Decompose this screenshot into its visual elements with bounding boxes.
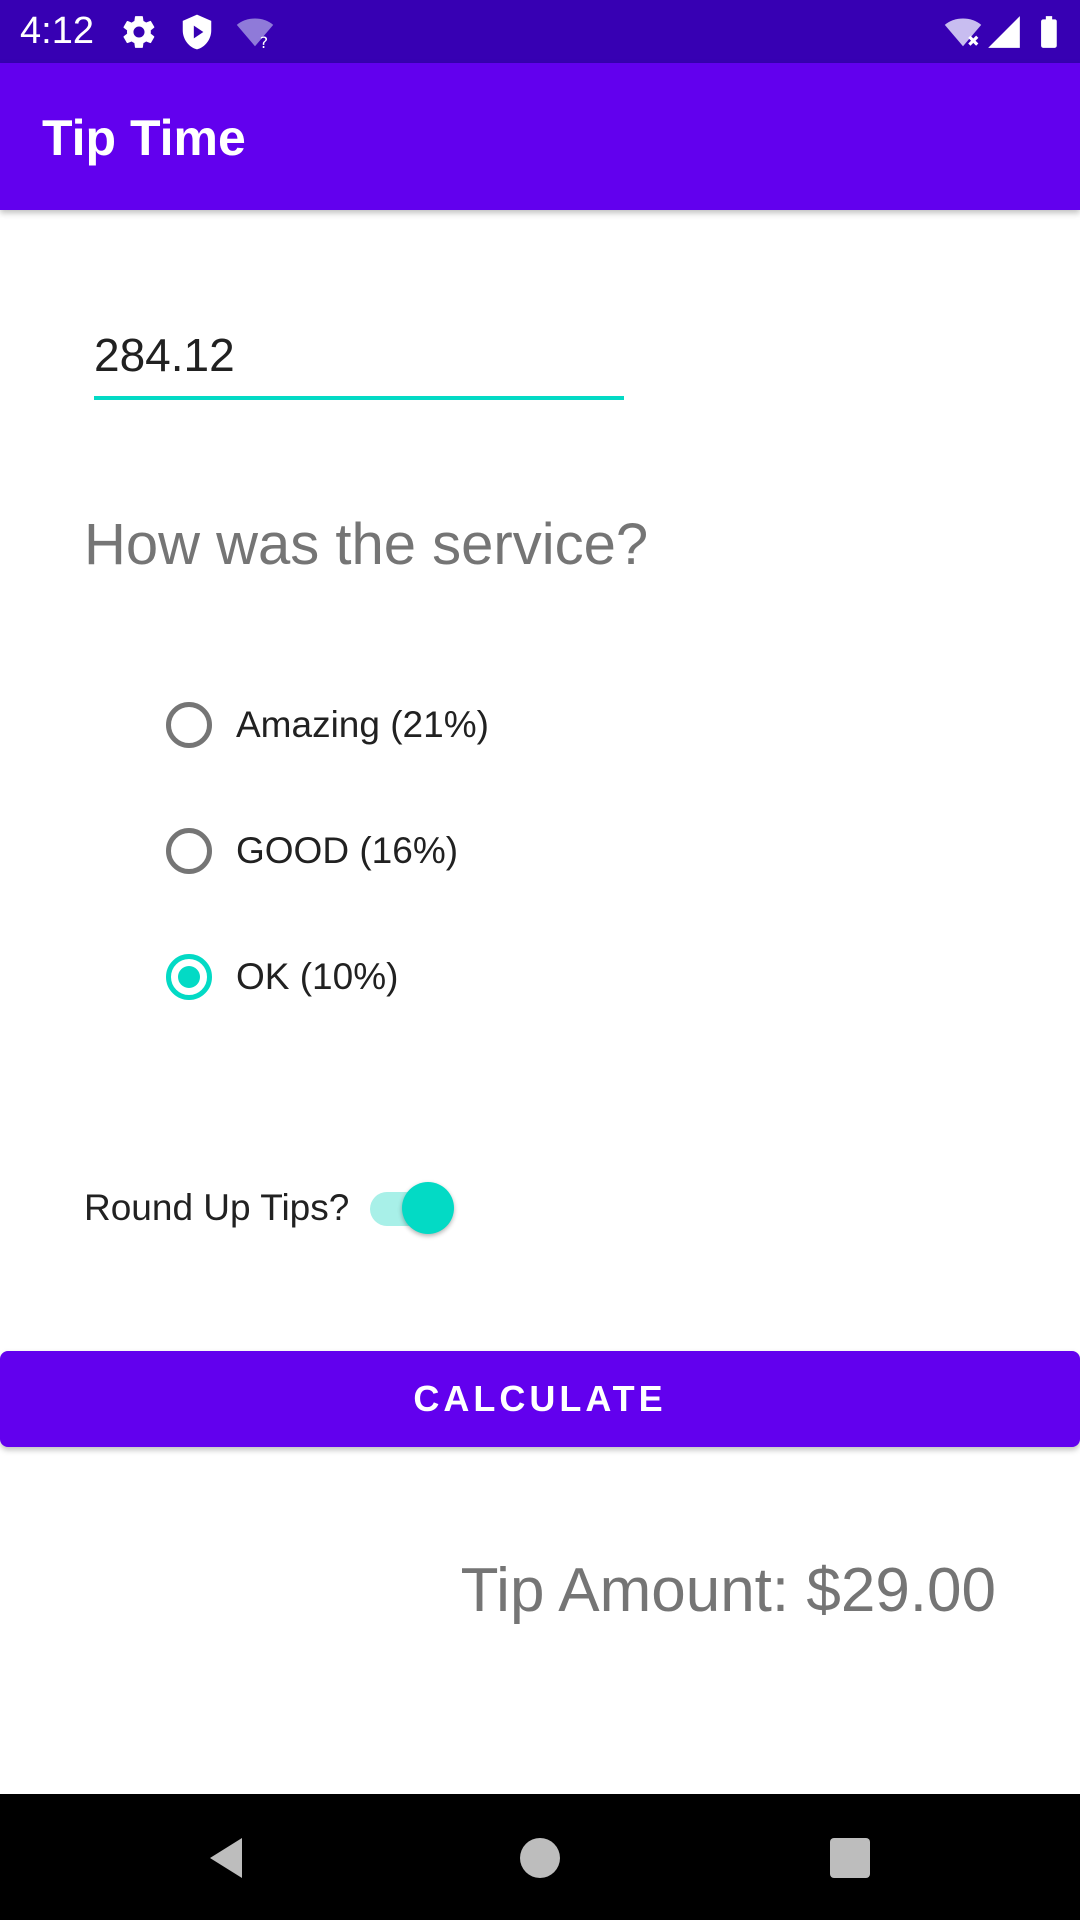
shield-icon <box>182 14 212 50</box>
round-up-switch[interactable] <box>370 1182 456 1236</box>
svg-text:?: ? <box>260 33 268 51</box>
cost-value[interactable]: 284.12 <box>94 325 235 385</box>
tip-option-ok[interactable]: OK (10%) <box>166 947 398 1007</box>
radio-label[interactable]: GOOD (16%) <box>236 828 458 874</box>
input-underline <box>94 396 624 400</box>
home-icon[interactable] <box>516 1834 564 1882</box>
switch-thumb[interactable] <box>402 1182 454 1234</box>
service-question: How was the service? <box>84 512 649 577</box>
status-time: 4:12 <box>20 10 94 52</box>
cost-of-service-input[interactable]: 284.12 <box>94 325 624 405</box>
radio-selected-dot <box>178 966 200 988</box>
round-up-label: Round Up Tips? <box>84 1187 350 1228</box>
navigation-bar <box>0 1794 1080 1920</box>
wifi-question-icon: ? <box>236 18 274 51</box>
tip-result: Tip Amount: $29.00 <box>460 1556 996 1625</box>
radio-label[interactable]: Amazing (21%) <box>236 702 489 748</box>
app-title: Tip Time <box>42 110 246 166</box>
recents-icon[interactable] <box>826 1834 874 1882</box>
radio-button[interactable] <box>166 702 212 748</box>
battery-icon <box>1041 16 1057 48</box>
status-bar: 4:12 ? <box>0 0 1080 63</box>
tip-option-good[interactable]: GOOD (16%) <box>166 821 458 881</box>
tip-option-amazing[interactable]: Amazing (21%) <box>166 695 489 755</box>
back-icon[interactable] <box>202 1834 250 1882</box>
wifi-off-icon <box>944 18 982 47</box>
gear-icon <box>123 16 155 48</box>
radio-label[interactable]: OK (10%) <box>236 954 398 1000</box>
calculate-button[interactable]: CALCULATE <box>0 1351 1080 1447</box>
radio-button-checked[interactable] <box>166 954 212 1000</box>
signal-icon <box>988 16 1020 48</box>
app-bar: Tip Time <box>0 63 1080 210</box>
radio-button[interactable] <box>166 828 212 874</box>
calculate-button-label[interactable]: CALCULATE <box>413 1378 666 1420</box>
